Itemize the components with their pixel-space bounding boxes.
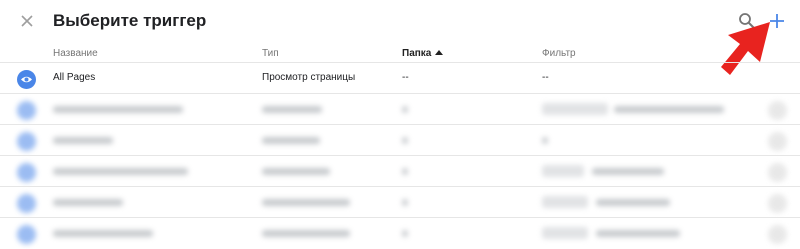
trigger-row-blurred[interactable] (0, 155, 800, 187)
trigger-row-all-pages[interactable]: All Pages Просмотр страницы -- -- (0, 62, 800, 94)
trigger-type: Просмотр страницы (262, 72, 356, 83)
column-header-type[interactable]: Тип (262, 48, 279, 59)
dialog-header: Выберите триггер (0, 0, 800, 42)
trigger-folder: -- (402, 72, 409, 83)
trigger-row-blurred[interactable] (0, 93, 800, 125)
trigger-filter: -- (542, 72, 549, 83)
trigger-name: All Pages (53, 72, 96, 83)
column-header-filter[interactable]: Фильтр (542, 48, 576, 59)
eye-icon (17, 70, 36, 89)
sort-ascending-icon (435, 50, 444, 55)
trigger-row-blurred[interactable] (0, 217, 800, 249)
dialog-title: Выберите триггер (53, 11, 207, 30)
column-header-folder[interactable]: Папка (402, 48, 444, 59)
column-header-name[interactable]: Название (53, 48, 98, 59)
close-icon[interactable] (16, 10, 38, 32)
trigger-row-blurred[interactable] (0, 186, 800, 218)
plus-icon[interactable] (767, 11, 787, 31)
column-header-folder-label: Папка (402, 48, 432, 59)
trigger-row-blurred[interactable] (0, 124, 800, 156)
search-icon[interactable] (738, 12, 756, 30)
